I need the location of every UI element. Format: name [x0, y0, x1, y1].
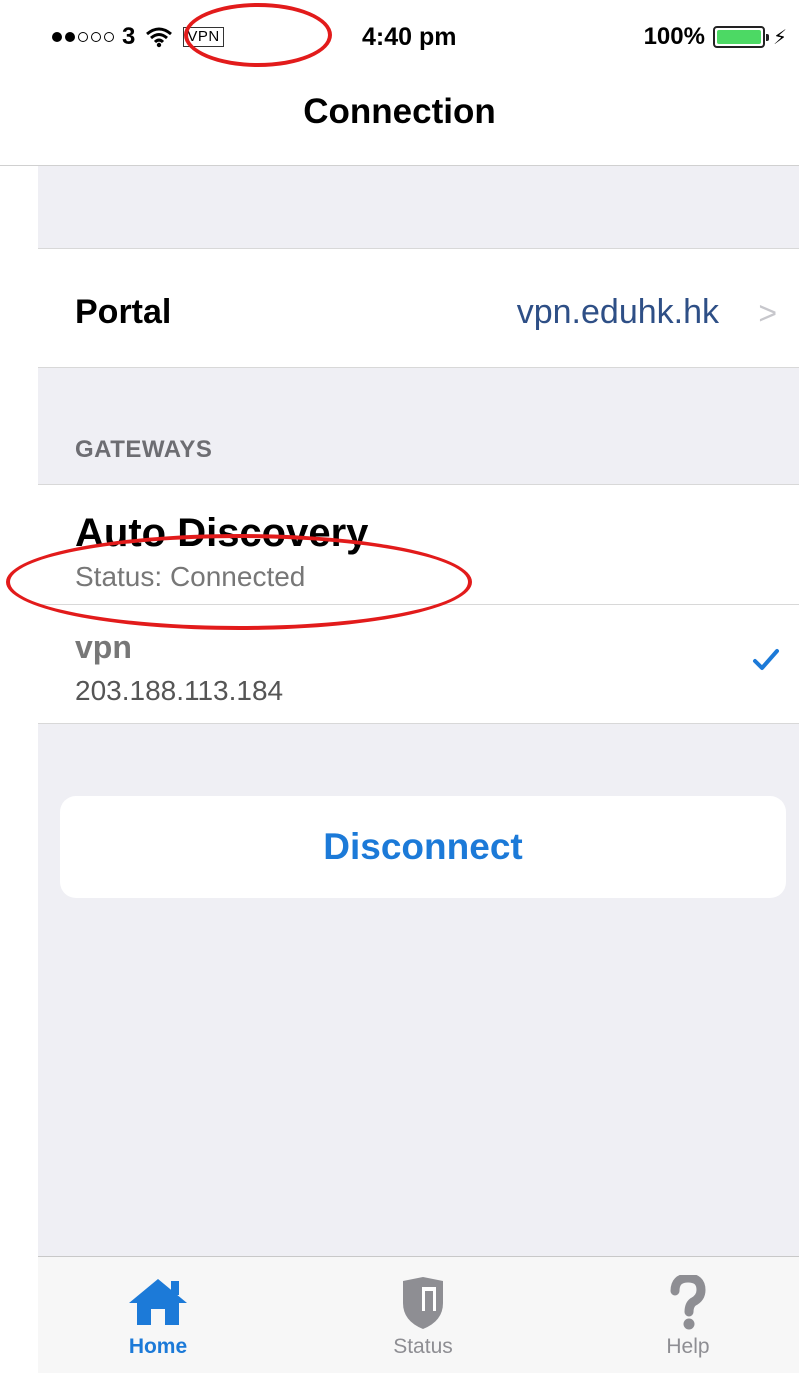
checkmark-icon — [751, 647, 781, 678]
battery-icon — [712, 26, 769, 48]
tab-help-label: Help — [666, 1335, 710, 1358]
auto-discovery-status: Status: Connected — [75, 561, 306, 592]
status-bar-right: 100% ⚡ — [644, 22, 787, 52]
portal-label: Portal — [75, 293, 172, 331]
tab-status[interactable]: Status — [323, 1257, 523, 1374]
tab-bar: Home Status Help — [38, 1256, 799, 1373]
portal-row[interactable]: Portal vpn.eduhk.hk > — [38, 248, 799, 368]
chevron-right-icon: > — [758, 295, 777, 331]
gateway-name: vpn — [75, 629, 132, 665]
status-bar-left: 3 VPN — [52, 22, 224, 52]
tab-home[interactable]: Home — [58, 1257, 258, 1374]
battery-percent: 100% — [643, 23, 705, 50]
tab-home-label: Home — [128, 1335, 188, 1358]
home-icon — [127, 1275, 189, 1332]
battery-fill — [716, 30, 761, 44]
tab-help[interactable]: Help — [588, 1257, 788, 1374]
status-bar: 3 VPN 4:40 pm 100% ⚡ — [0, 0, 799, 70]
charging-bolt-icon: ⚡ — [772, 26, 787, 49]
disconnect-button[interactable]: Disconnect — [60, 796, 786, 898]
vpn-indicator: VPN — [183, 27, 224, 47]
tab-status-label: Status — [393, 1335, 453, 1358]
page-title: Connection — [303, 92, 496, 131]
wifi-icon — [145, 26, 173, 48]
status-time: 4:40 pm — [362, 23, 457, 51]
auto-discovery-title: Auto Discovery — [75, 511, 369, 555]
disconnect-label: Disconnect — [323, 826, 523, 867]
gateway-address: 203.188.113.184 — [75, 675, 284, 706]
portal-value: vpn.eduhk.hk — [516, 293, 719, 331]
settings-content: Portal vpn.eduhk.hk > GATEWAYS Auto Disc… — [38, 166, 799, 1256]
carrier-name: 3 — [122, 23, 136, 50]
auto-discovery-row[interactable]: Auto Discovery Status: Connected — [38, 484, 799, 604]
gateway-row-vpn[interactable]: vpn 203.188.113.184 — [38, 604, 799, 724]
signal-strength-icon — [52, 32, 114, 42]
gateways-section-header: GATEWAYS — [75, 436, 213, 463]
navigation-bar: Connection — [0, 70, 799, 166]
question-icon — [668, 1273, 708, 1336]
shield-icon — [401, 1275, 445, 1336]
